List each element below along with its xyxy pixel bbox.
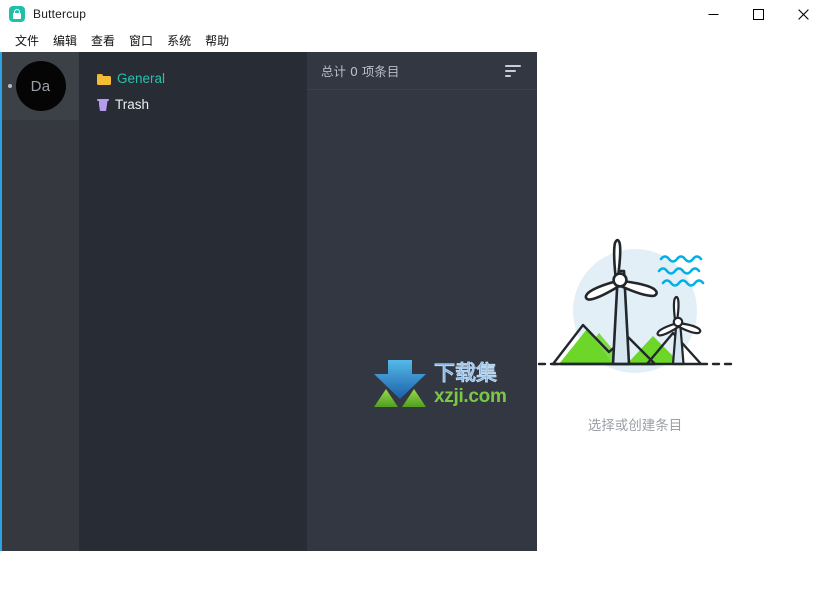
trash-icon — [97, 99, 109, 111]
app-title: Buttercup — [33, 7, 87, 21]
folder-icon — [97, 73, 111, 85]
maximize-button[interactable] — [736, 0, 781, 28]
minimize-icon — [708, 13, 719, 15]
menubar: 文件 编辑 查看 窗口 系统 帮助 — [0, 28, 826, 52]
sort-icon[interactable] — [505, 64, 521, 77]
titlebar-left: Buttercup — [0, 6, 691, 22]
tree-item-label: General — [117, 71, 166, 86]
menu-item-window[interactable]: 窗口 — [122, 30, 160, 51]
empty-state: 选择或创建条目 — [445, 237, 825, 434]
entries-list-header: 总计 0 项条目 — [307, 52, 537, 90]
minimize-button[interactable] — [691, 0, 736, 28]
close-button[interactable] — [781, 0, 826, 28]
menu-item-system[interactable]: 系统 — [160, 30, 198, 51]
menu-item-edit[interactable]: 编辑 — [46, 30, 84, 51]
wind-turbines-illustration — [537, 238, 733, 373]
tree-item-general[interactable]: General — [79, 66, 307, 92]
maximize-icon — [753, 8, 764, 20]
menu-item-view[interactable]: 查看 — [84, 30, 122, 51]
tree-item-label: Trash — [115, 97, 150, 112]
lock-icon — [9, 6, 25, 22]
menu-item-file[interactable]: 文件 — [8, 30, 46, 51]
titlebar: Buttercup — [0, 0, 826, 28]
tree-item-trash[interactable]: Trash — [79, 92, 307, 118]
avatar: Da — [15, 61, 66, 111]
window-controls — [691, 0, 826, 28]
vault-rail: Da — [2, 52, 79, 551]
vault-item-da[interactable]: Da — [2, 52, 79, 120]
entry-detail-pane: 选择或创建条目 下载集 软件下载 — [537, 52, 826, 551]
entries-count-label: 总计 0 项条目 — [321, 64, 400, 79]
menu-item-help[interactable]: 帮助 — [198, 30, 236, 51]
close-icon — [798, 8, 809, 20]
app-window: Buttercup 文件 编辑 查看 窗口 系统 帮助 Da General T… — [0, 0, 826, 551]
empty-state-text: 选择或创建条目 — [587, 418, 683, 434]
group-tree-panel: General Trash — [79, 52, 307, 551]
vault-status-dot — [8, 84, 12, 88]
